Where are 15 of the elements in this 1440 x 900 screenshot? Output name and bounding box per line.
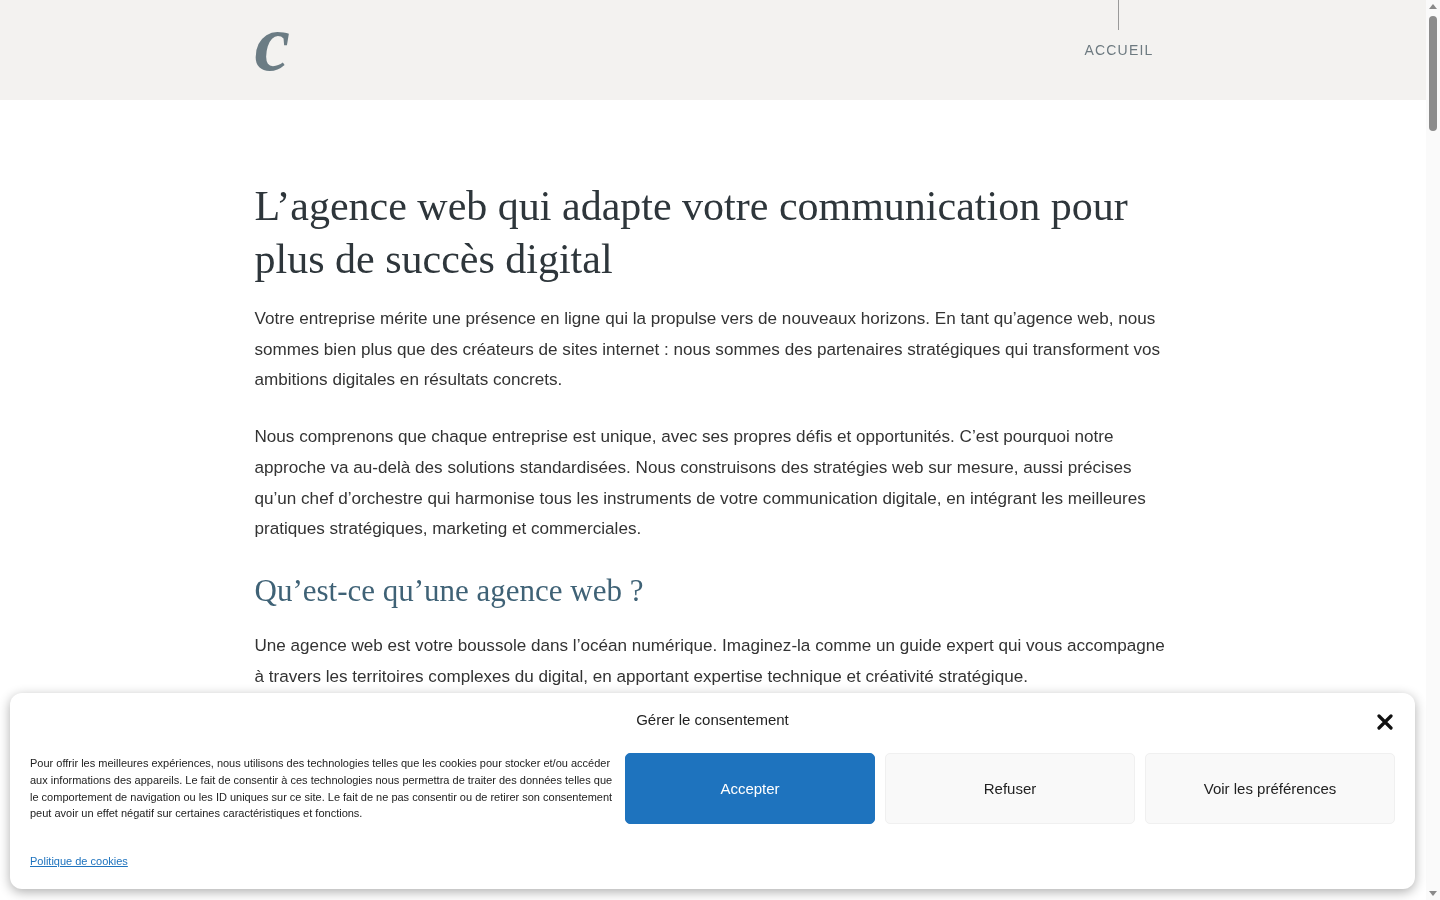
section-heading: Qu’est-ce qu’une agence web ?: [254, 571, 645, 610]
refuse-button[interactable]: Refuser: [885, 753, 1135, 824]
site-logo[interactable]: c: [254, 15, 290, 71]
consent-message: Pour offrir les meilleures expériences, nous utilisons des technologies telles que les cookies pour stocker et/ou accéder aux informations des appareils. Le fait de consentir à ces technologies nous permettra de traiter des données telles que le comportement de navigation ou les ID uniques sur ce site. Le fait de ne pas consentir ou de retirer son consentement peut avoir un effet négatif sur certaines caractéristiques et fonctions.: [30, 756, 614, 822]
page-title: L’agence web qui adapte votre communication pour plus de succès digital: [254, 182, 1129, 284]
paragraph: Nous comprenons que chaque entreprise est unique, avec ses propres défis et opportunités. C’est pourquoi notre approche va au-delà des solutions standardisées. Nous construisons des stratégies web sur mesure, aussi précises qu’un chef d’orchestre qui harmonise tous les instruments de votre communication digitale, en intégrant les meilleures pratiques stratégiques, marketing et commerciales.: [254, 426, 1147, 541]
banner-title: Gérer le consentement: [636, 710, 789, 730]
close-icon: [1377, 714, 1393, 730]
accept-button[interactable]: Accepter: [625, 753, 875, 824]
paragraph: Votre entreprise mérite une présence en ligne qui la propulse vers de nouveaux horizons. En tant qu’agence web, nous sommes bien plus que des créateurs de sites internet : nous sommes des partenaires stratégiques qui transforment vos ambitions digitales en résultats concrets.: [254, 308, 1161, 392]
nav-link[interactable]: ACCUEIL: [1084, 0, 1154, 58]
close-button[interactable]: [1377, 714, 1393, 730]
paragraph: Une agence web est votre boussole dans l’océan numérique. Imaginez-la comme un guide expert qui vous accompagne à travers les territoires complexes du digital, en apportant expertise technique et créativité stratégique.: [254, 634, 1166, 688]
cookie-policy-link[interactable]: Politique de cookies: [30, 853, 128, 869]
preferences-button[interactable]: Voir les préférences: [1145, 753, 1395, 824]
